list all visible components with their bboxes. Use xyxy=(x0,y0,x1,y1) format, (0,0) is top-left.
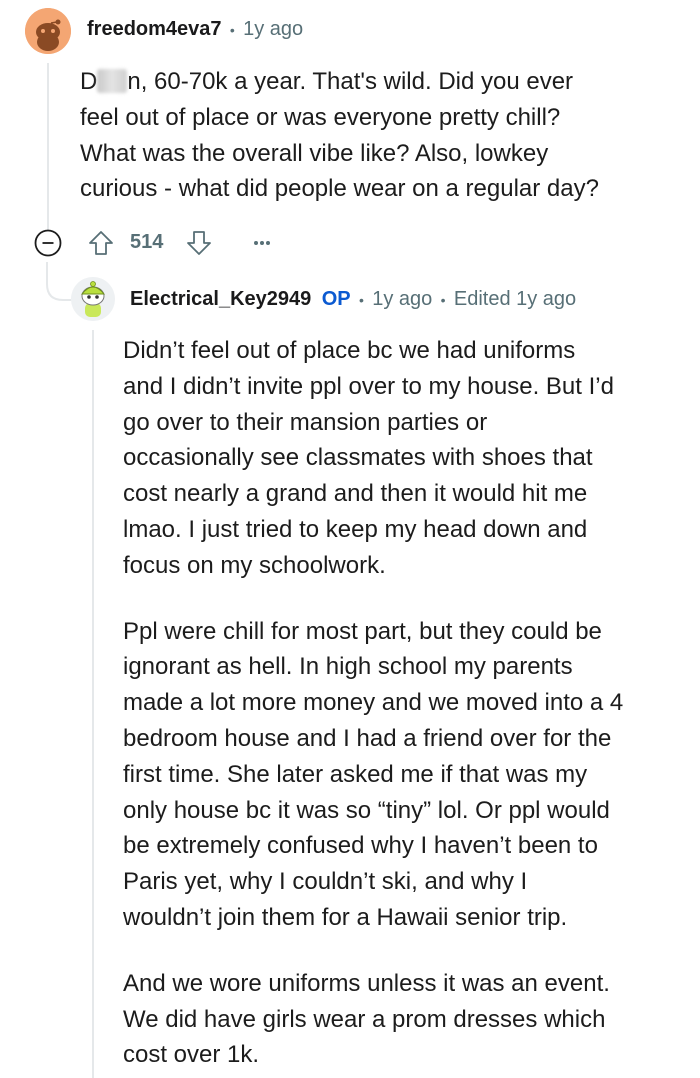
vote-count: 514 xyxy=(130,231,164,253)
reply-line: and I didn’t invite ppl over to my house… xyxy=(123,372,614,400)
comment-line: curious - what did people wear on a regu… xyxy=(80,175,599,203)
user-avatar[interactable] xyxy=(25,8,71,54)
snoo-avatar-icon xyxy=(25,8,71,54)
reply-line: We did have girls wear a prom dresses wh… xyxy=(123,1005,606,1033)
upvote-icon xyxy=(89,231,113,255)
reply-line: And we wore uniforms unless it was an ev… xyxy=(123,969,610,997)
reply-paragraph: Didn’t feel out of place bc we had unifo… xyxy=(123,333,623,584)
reply-paragraph: Ppl were chill for most part, but they c… xyxy=(123,614,623,936)
comment-time: 1y ago xyxy=(243,18,304,40)
comment-line: Dn, 60-70k a year. That's wild. Did you … xyxy=(80,68,574,95)
separator-dot: • xyxy=(355,292,368,308)
upvote-button[interactable] xyxy=(87,229,115,257)
reply-thread-line[interactable] xyxy=(92,330,94,1078)
reply-header: Electrical_Key2949 OP • 1y ago • Edited … xyxy=(130,288,576,311)
comment-line: feel out of place or was everyone pretty… xyxy=(80,103,561,131)
edited-label: Edited 1y ago xyxy=(453,288,577,310)
reply-body: Didn’t feel out of place bc we had unifo… xyxy=(123,333,623,1073)
downvote-button[interactable] xyxy=(185,229,213,257)
reply-line: cost nearly a grand and then it would hi… xyxy=(123,480,588,508)
more-options-icon xyxy=(254,241,270,245)
comment-header: freedom4eva7 • 1y ago xyxy=(87,18,303,41)
reply-line: wouldn’t join them for a Hawaii senior t… xyxy=(123,903,568,931)
reply-line: made a lot more money and we moved into … xyxy=(123,689,624,717)
reply-line: go over to their mansion parties or xyxy=(123,408,488,436)
reply-line: ignorant as hell. In high school my pare… xyxy=(123,653,573,681)
reply-line: Paris yet, why I couldn’t ski, and why I xyxy=(123,868,528,896)
reply-line: focus on my schoolwork. xyxy=(123,551,386,579)
more-options-button[interactable] xyxy=(248,231,276,255)
reply-line: Ppl were chill for most part, but they c… xyxy=(123,617,602,645)
collapse-button[interactable] xyxy=(34,229,62,257)
reply-line: lmao. I just tried to keep my head down … xyxy=(123,515,588,543)
reply-line: only house bc it was so “tiny” lol. Or p… xyxy=(123,796,610,824)
separator-dot: • xyxy=(225,22,239,38)
thread-line[interactable] xyxy=(47,63,49,233)
reply-line: bedroom house and I had a friend over fo… xyxy=(123,724,612,752)
redacted-blur xyxy=(97,69,128,93)
reply-line: first time. She later asked me if that w… xyxy=(123,760,588,788)
comment-username[interactable]: freedom4eva7 xyxy=(87,18,222,40)
snoo-avatar-icon xyxy=(71,277,115,321)
reply-line: be extremely confused why I haven’t been… xyxy=(123,832,598,860)
op-badge: OP xyxy=(321,288,351,310)
reply-time: 1y ago xyxy=(372,288,433,310)
reply-line: cost over 1k. xyxy=(123,1041,260,1069)
reply-line: Didn’t feel out of place bc we had unifo… xyxy=(123,337,576,364)
collapse-icon xyxy=(34,229,62,257)
reply-username[interactable]: Electrical_Key2949 xyxy=(130,288,311,310)
reply-paragraph: And we wore uniforms unless it was an ev… xyxy=(123,966,623,1073)
comment-body: Dn, 60-70k a year. That's wild. Did you … xyxy=(80,64,599,207)
downvote-icon xyxy=(187,231,211,255)
separator-dot: • xyxy=(436,292,450,308)
reply-avatar[interactable] xyxy=(71,277,115,321)
reply-line: occasionally see classmates with shoes t… xyxy=(123,444,593,472)
comment-line: What was the overall vibe like? Also, lo… xyxy=(80,139,549,167)
